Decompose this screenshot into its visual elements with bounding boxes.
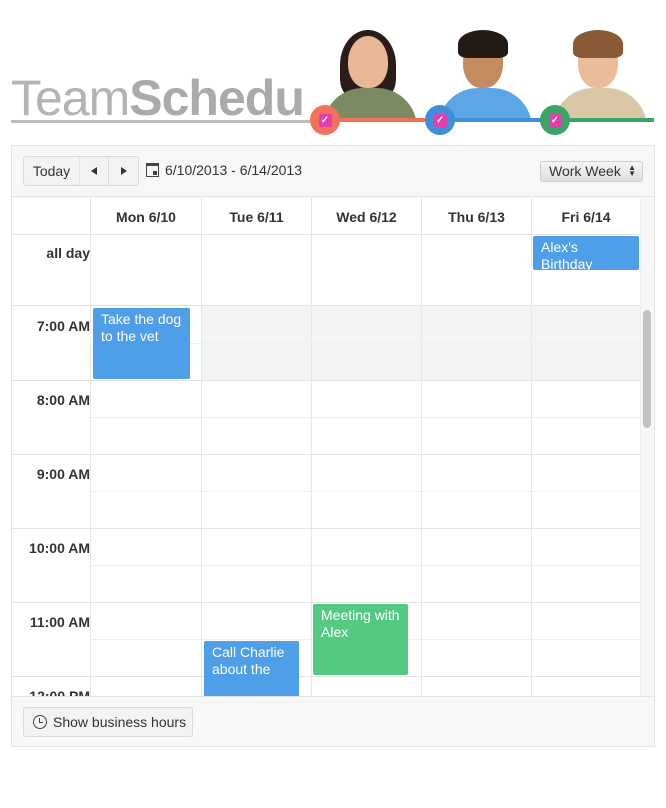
scheduler-toolbar: Today 6/10/2013 - 6/14/2013 Work Week ▲ ▼ (12, 146, 654, 197)
triangle-right-icon (120, 167, 127, 175)
team-scheduler-banner: TeamSchedu ✓ ✓ ✓ (0, 0, 666, 140)
time-label: 11:00 AM (29, 614, 90, 630)
today-button[interactable]: Today (23, 156, 80, 186)
person-2-color-line (440, 118, 554, 122)
hour-line (12, 676, 640, 677)
calendar-grid: Mon 6/10 Tue 6/11 Wed 6/12 Thu 6/13 Fri … (12, 198, 654, 696)
time-label: 7:00 AM (36, 318, 90, 334)
date-range-text: 6/10/2013 - 6/14/2013 (165, 162, 303, 178)
event-alexs-birthday[interactable]: Alex's Birthday (533, 236, 639, 270)
select-arrows-icon: ▲ ▼ (628, 163, 636, 178)
day-header: Wed 6/12 (311, 198, 421, 235)
column-divider (531, 235, 532, 696)
day-header-row: Mon 6/10 Tue 6/11 Wed 6/12 Thu 6/13 Fri … (12, 198, 640, 235)
hour-line (12, 602, 640, 603)
view-select-value: Work Week (549, 163, 621, 179)
column-divider (421, 235, 422, 696)
scrollbar-thumb[interactable] (643, 310, 651, 428)
checkbox-checked-icon[interactable]: ✓ (433, 113, 447, 127)
vertical-scrollbar[interactable] (640, 198, 654, 696)
hour-line (12, 380, 640, 381)
app-logo: TeamSchedu (11, 72, 305, 124)
logo-underline (11, 120, 311, 123)
person-2-toggle[interactable]: ✓ (425, 105, 455, 135)
event-call-charlie[interactable]: Call Charlie about the (204, 641, 299, 696)
all-day-label: all day (46, 245, 90, 261)
time-label: 12:00 PM (29, 688, 90, 696)
day-header: Mon 6/10 (90, 198, 201, 235)
hour-line (12, 528, 640, 529)
day-header: Tue 6/11 (201, 198, 311, 235)
half-hour-line (90, 491, 640, 492)
show-business-hours-button[interactable]: Show business hours (23, 707, 193, 737)
checkbox-checked-icon[interactable]: ✓ (548, 113, 562, 127)
half-hour-line (90, 417, 640, 418)
hour-line (12, 454, 640, 455)
day-header: Thu 6/13 (421, 198, 531, 235)
time-label: 10:00 AM (29, 540, 90, 556)
time-label: 9:00 AM (36, 466, 90, 482)
column-divider (90, 235, 91, 696)
show-business-hours-label: Show business hours (53, 714, 187, 730)
previous-button[interactable] (79, 156, 109, 186)
checkbox-checked-icon[interactable]: ✓ (318, 113, 332, 127)
view-select[interactable]: Work Week ▲ ▼ (540, 161, 643, 182)
clock-icon (33, 715, 47, 729)
day-header: Fri 6/14 (531, 198, 640, 235)
person-1-toggle[interactable]: ✓ (310, 105, 340, 135)
time-label: 8:00 AM (36, 392, 90, 408)
column-divider (311, 235, 312, 696)
scheduler-footer: Show business hours (12, 696, 654, 746)
half-hour-line (90, 565, 640, 566)
triangle-left-icon (91, 167, 97, 175)
event-meeting-with-alex[interactable]: Meeting with Alex (313, 604, 408, 675)
date-range-picker[interactable]: 6/10/2013 - 6/14/2013 (146, 162, 302, 178)
person-3-toggle[interactable]: ✓ (540, 105, 570, 135)
scheduler: Today 6/10/2013 - 6/14/2013 Work Week ▲ ▼… (11, 145, 655, 747)
column-divider (201, 235, 202, 696)
calendar-icon (146, 163, 159, 177)
person-1-color-line (326, 118, 440, 122)
event-take-dog-to-vet[interactable]: Take the dog to the vet (93, 308, 190, 379)
next-button[interactable] (108, 156, 139, 186)
